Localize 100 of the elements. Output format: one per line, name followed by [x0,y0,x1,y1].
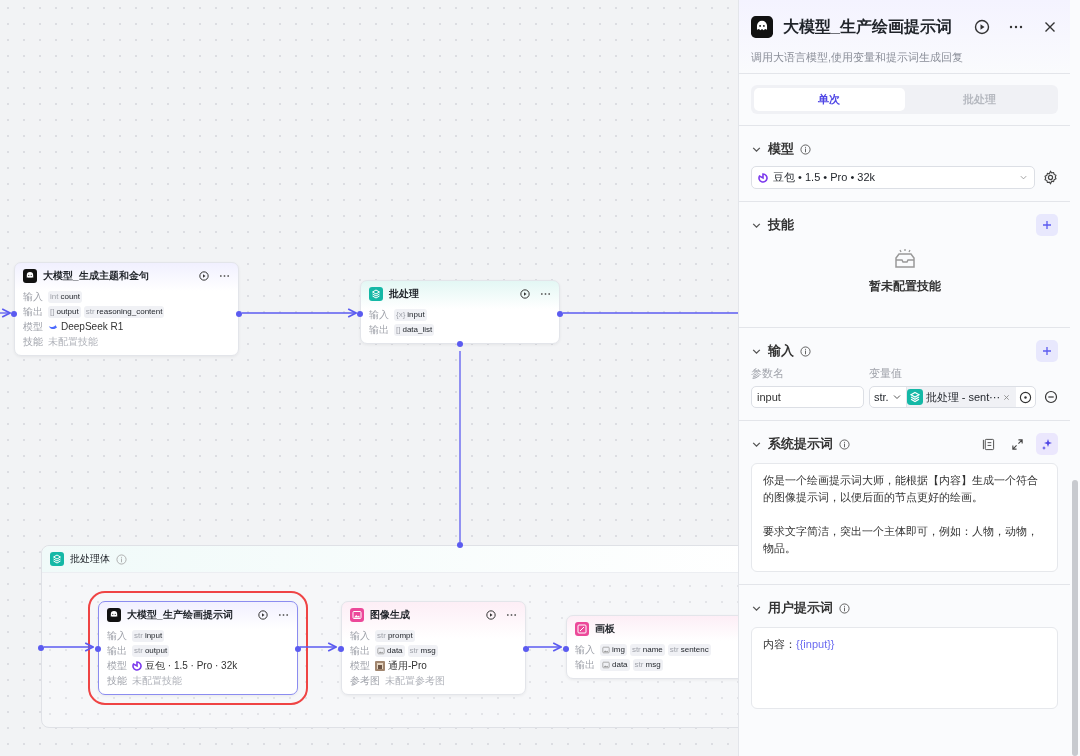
info-icon [800,143,811,155]
variable-tag: int count [48,290,83,303]
variable-tag: str sentenc [667,643,711,656]
model-name: DeepSeek R1 [61,321,124,332]
variable-tag: str msg [407,644,438,657]
workflow-node[interactable]: 大模型_生成主题和金句 输入 int count 输出 [] output str reasoning_content 模型 DeepSeek R1 技能 未配置技能 [14,262,239,356]
model-logo-icon [132,660,142,671]
variable-tag: str reasoning_content [83,305,165,318]
target-icon[interactable] [1019,390,1032,404]
row-value: 未配置技能 [48,334,98,349]
variable-tag: data [600,658,630,671]
model-logo-icon [758,172,768,183]
variable-tag: str prompt [375,629,415,642]
variable-tag: {x} input [394,308,427,321]
plus-icon [1042,220,1052,230]
node-title: 大模型_生产绘画提示词 [127,608,234,622]
node-title: 画板 [595,622,616,636]
row-label: 模型 [107,658,127,673]
prompt-paragraph: 你是一个绘画提示词大师，能根据【内容】生成一个符合的图像提示词，以便后面的节点更好的绘画。 [763,473,1039,505]
model-select[interactable]: 豆包 • 1.5 • Pro • 32k [751,166,1035,189]
row-label: 输出 [575,657,595,672]
port-dot[interactable] [457,341,463,347]
play-icon[interactable] [486,610,496,620]
add-button[interactable] [1036,340,1058,362]
scrollbar[interactable] [1072,480,1078,756]
port-dot[interactable] [236,311,242,317]
port-dot[interactable] [11,311,17,317]
row-label: 输出 [350,643,370,658]
section-title: 模型 [768,140,794,158]
connector-arrow [527,642,562,652]
row-label: 输出 [369,322,389,337]
caret-icon [891,392,902,402]
column-header: 参数名 [751,366,785,381]
port-dot[interactable] [557,311,563,317]
remove-icon[interactable] [1044,390,1058,404]
add-button[interactable] [1036,214,1058,236]
port-dot[interactable] [457,542,463,548]
image-icon [602,660,610,669]
variable-reference-tag[interactable]: 批处理 - sent⋯ [906,387,1016,407]
row-label: 模型 [23,319,43,334]
container-title: 批处理体 [70,552,110,566]
section-title: 输入 [768,342,794,360]
model-thumbnail-icon [375,660,385,671]
layers-icon [50,552,64,566]
row-label: 输入 [23,289,43,304]
node-title: 大模型_生成主题和金句 [43,269,150,283]
system-prompt-field[interactable]: 你是一个绘画提示词大师，能根据【内容】生成一个符合的图像提示词，以便后面的节点更好的绘画。 要求文字简洁，突出一个主体即可，例如：人物，动物，物品。 [751,463,1058,572]
info-icon [839,438,850,450]
play-icon[interactable] [199,271,209,281]
image-icon [377,646,385,655]
robot-icon [23,269,37,283]
connector-arrow [0,308,11,318]
parameter-name-field[interactable]: input [751,386,864,408]
user-prompt-field[interactable]: 内容：{{input}} [751,627,1058,709]
workflow-node[interactable]: 图像生成 输入 str prompt 输出 data str msg 模型 通用-Pro 参考图 未配置参考图 [341,601,526,695]
variable-tag: img [600,643,627,656]
variable-tag: [] data_list [394,323,435,336]
port-dot[interactable] [357,311,363,317]
connector-arrow [299,642,337,652]
variable-tag: [] output [48,305,81,318]
variable-tag: data [375,644,405,657]
ai-optimize-button[interactable] [1036,433,1058,455]
robot-icon [107,608,121,622]
settings-icon[interactable] [1043,170,1058,185]
sparkle-icon [1041,438,1053,450]
port-dot[interactable] [523,646,529,652]
row-label: 输入 [575,642,595,657]
row-label: 技能 [107,673,127,688]
type-select[interactable]: str. [870,387,907,407]
variable-tag: str output [132,644,170,657]
row-label: 输入 [107,628,127,643]
port-dot[interactable] [338,646,344,652]
node-title: 批处理 [389,287,420,301]
section-title: 技能 [768,216,794,234]
node-title: 图像生成 [370,608,411,622]
port-dot[interactable] [563,646,569,652]
image-icon [350,608,364,622]
mode-tab[interactable]: 单次 [754,88,905,111]
play-icon[interactable] [258,610,268,620]
library-icon[interactable] [982,437,995,451]
workflow-node[interactable]: 批处理 输入 {x} input 输出 [] data_list [360,280,560,344]
model-name: 豆包 · 1.5 · Pro · 32k [145,658,238,673]
port-dot[interactable] [95,646,101,652]
port-dot[interactable] [38,645,44,651]
layers-icon [369,287,383,301]
variable-tag: str msg [632,658,663,671]
row-label: 输出 [23,304,43,319]
variable-tag: str input [132,629,165,642]
play-icon[interactable] [974,19,990,35]
panel-title: 大模型_生产绘画提示词 [783,16,953,37]
caret-icon [1019,173,1028,182]
image-icon [602,645,610,654]
connector-arrow [43,642,94,652]
section-title: 用户提示词 [768,599,833,617]
port-dot[interactable] [295,646,301,652]
expand-icon[interactable] [1011,437,1024,451]
play-icon[interactable] [520,289,530,299]
section-title: 系统提示词 [768,435,833,453]
row-label: 参考图 [350,673,380,688]
row-value: 未配置技能 [132,673,182,688]
